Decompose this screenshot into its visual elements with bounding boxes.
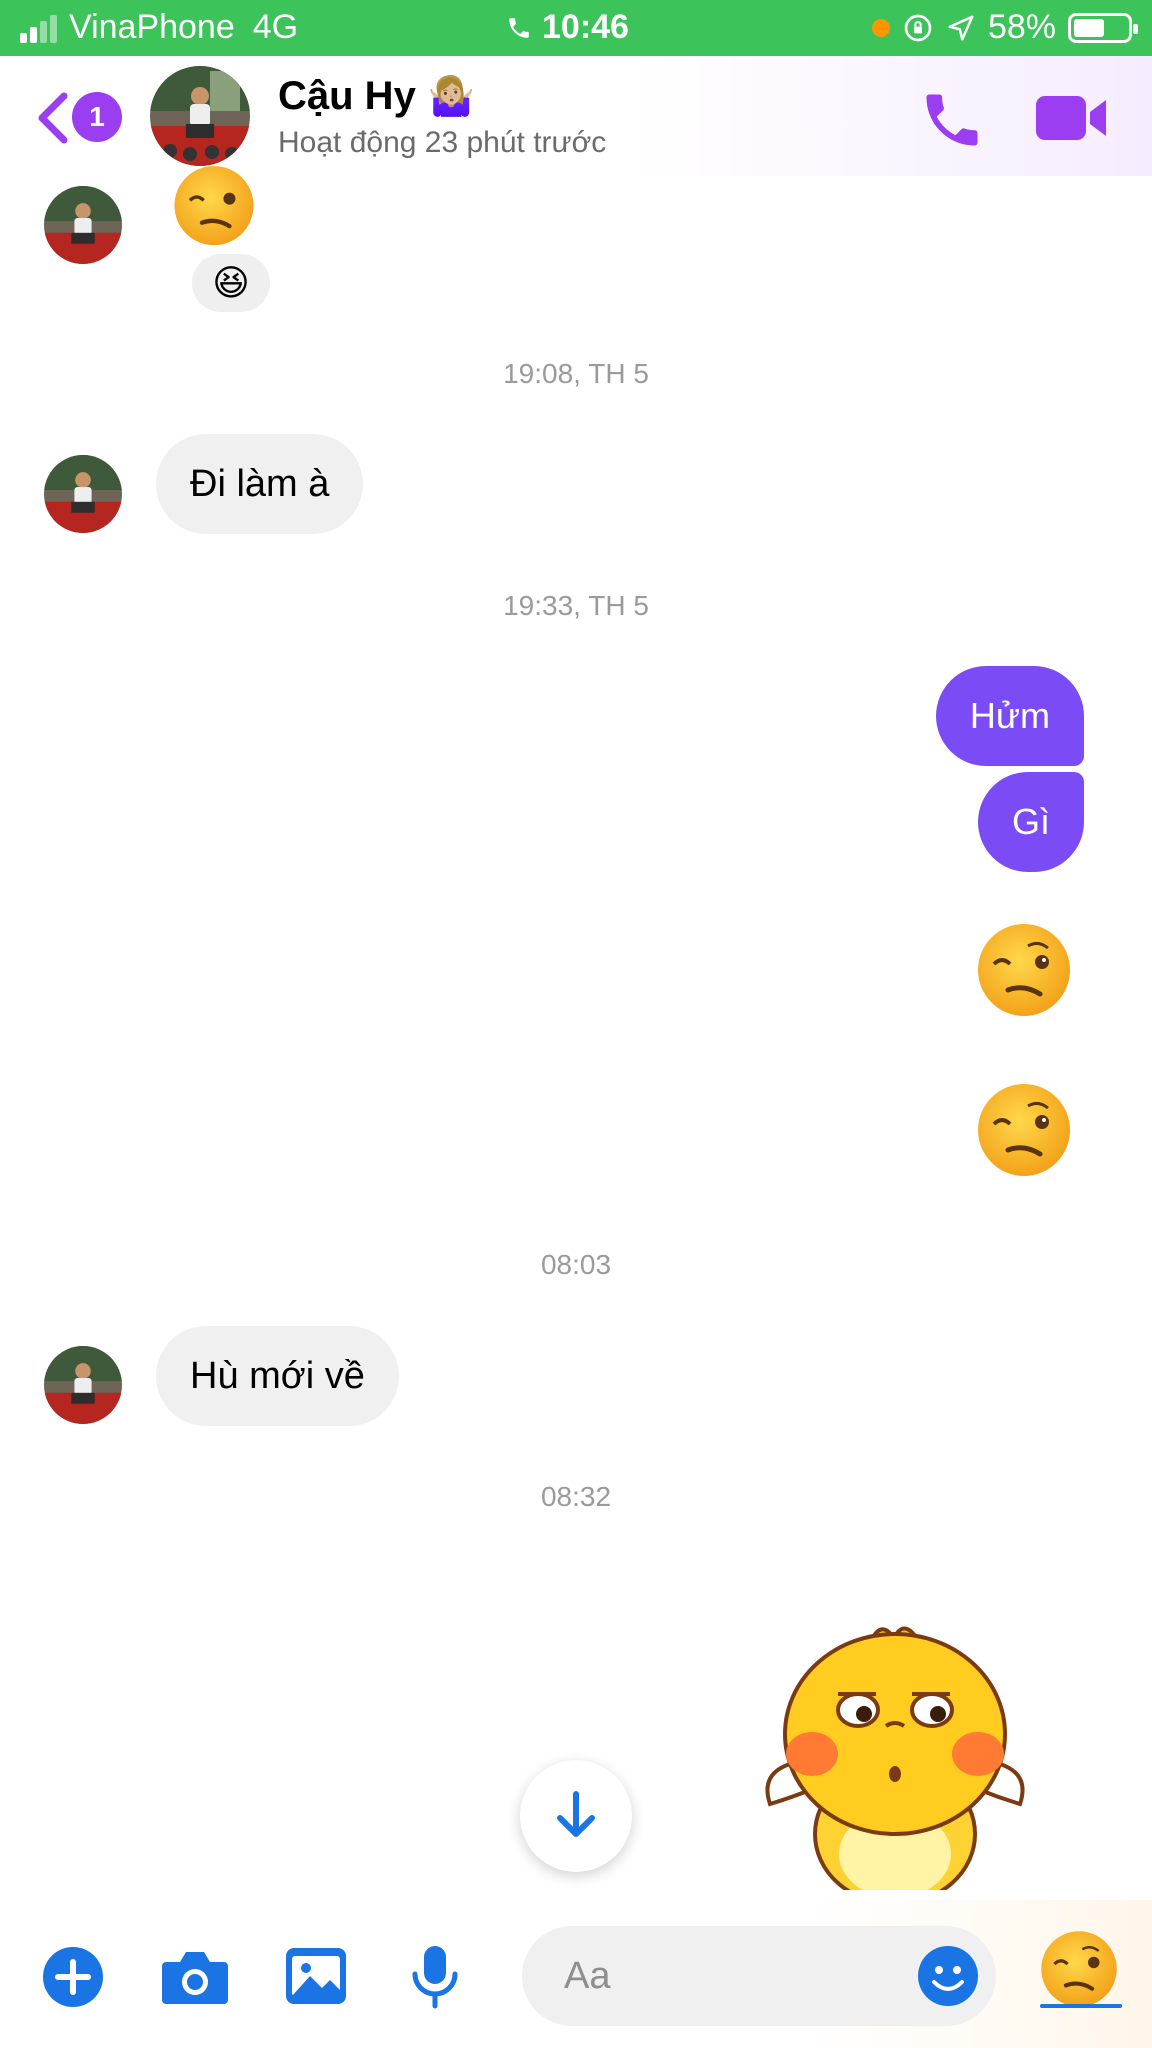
camera-icon[interactable] bbox=[160, 1948, 230, 2006]
timestamp: 08:32 bbox=[540, 1481, 612, 1512]
avatar[interactable] bbox=[44, 455, 122, 533]
carrier-label: VinaPhone bbox=[69, 8, 235, 46]
back-chevron-icon bbox=[38, 92, 68, 144]
battery-percent: 58% bbox=[987, 8, 1056, 46]
signal-strength-icon bbox=[20, 13, 57, 43]
woozy-face-emoji-icon[interactable] bbox=[974, 920, 1074, 1020]
incoming-message[interactable]: Hù mới về bbox=[156, 1326, 399, 1426]
message-input-container[interactable] bbox=[522, 1926, 996, 2026]
contact-avatar[interactable] bbox=[150, 66, 250, 166]
outgoing-message[interactable]: Hửm bbox=[935, 666, 1084, 766]
contact-name-row[interactable]: Cậu Hy 🤷🏼‍♀️ bbox=[278, 74, 475, 119]
arrow-down-icon bbox=[557, 1791, 595, 1837]
network-label: 4G bbox=[252, 8, 299, 46]
battery-icon bbox=[1068, 12, 1138, 43]
video-camera-icon[interactable] bbox=[1034, 90, 1110, 146]
avatar[interactable] bbox=[44, 186, 122, 264]
reaction-badge[interactable]: 😆 bbox=[192, 254, 270, 312]
plus-icon[interactable] bbox=[42, 1946, 104, 2008]
active-status: Hoạt động 23 phút trước bbox=[278, 126, 607, 159]
rotation-lock-icon bbox=[904, 14, 932, 41]
gallery-icon[interactable] bbox=[284, 1946, 348, 2006]
woozy-face-emoji-icon[interactable] bbox=[164, 166, 264, 252]
chat-header: 1 Cậu Hy 🤷🏼‍♀️ Hoạt động 23 phút trước bbox=[0, 56, 1152, 176]
outgoing-message[interactable]: Gì bbox=[977, 772, 1084, 872]
emoji-selected-indicator bbox=[1040, 2004, 1122, 2008]
message-input[interactable] bbox=[564, 1946, 894, 2006]
contact-name: Cậu Hy bbox=[278, 74, 416, 118]
laughing-emoji-icon: 😆 bbox=[212, 262, 250, 303]
avatar[interactable] bbox=[44, 1346, 122, 1424]
clock: 10:46 bbox=[542, 8, 629, 46]
chick-sticker[interactable] bbox=[760, 1614, 1030, 1890]
location-arrow-icon bbox=[948, 15, 974, 40]
smiley-icon[interactable] bbox=[916, 1944, 980, 2008]
phone-call-active-icon bbox=[509, 17, 529, 38]
incoming-message[interactable]: Đi làm à bbox=[156, 434, 364, 534]
back-button[interactable]: 1 bbox=[34, 86, 124, 146]
scroll-to-bottom-button[interactable] bbox=[520, 1760, 632, 1872]
recording-indicator-icon bbox=[871, 18, 890, 37]
shrug-emoji-icon: 🤷🏼‍♀️ bbox=[427, 75, 476, 118]
timestamp: 08:03 bbox=[540, 1249, 612, 1280]
woozy-face-emoji-icon[interactable] bbox=[974, 1080, 1074, 1180]
phone-icon[interactable] bbox=[918, 86, 986, 154]
microphone-icon[interactable] bbox=[410, 1944, 460, 2010]
timestamp: 19:08, TH 5 bbox=[503, 358, 649, 389]
timestamp: 19:33, TH 5 bbox=[503, 590, 649, 621]
composer-bar bbox=[0, 1900, 1152, 2048]
unread-badge: 1 bbox=[72, 92, 122, 142]
woozy-face-icon[interactable] bbox=[1038, 1928, 1120, 2010]
status-bar: VinaPhone 4G 10:46 58% bbox=[0, 0, 1152, 56]
